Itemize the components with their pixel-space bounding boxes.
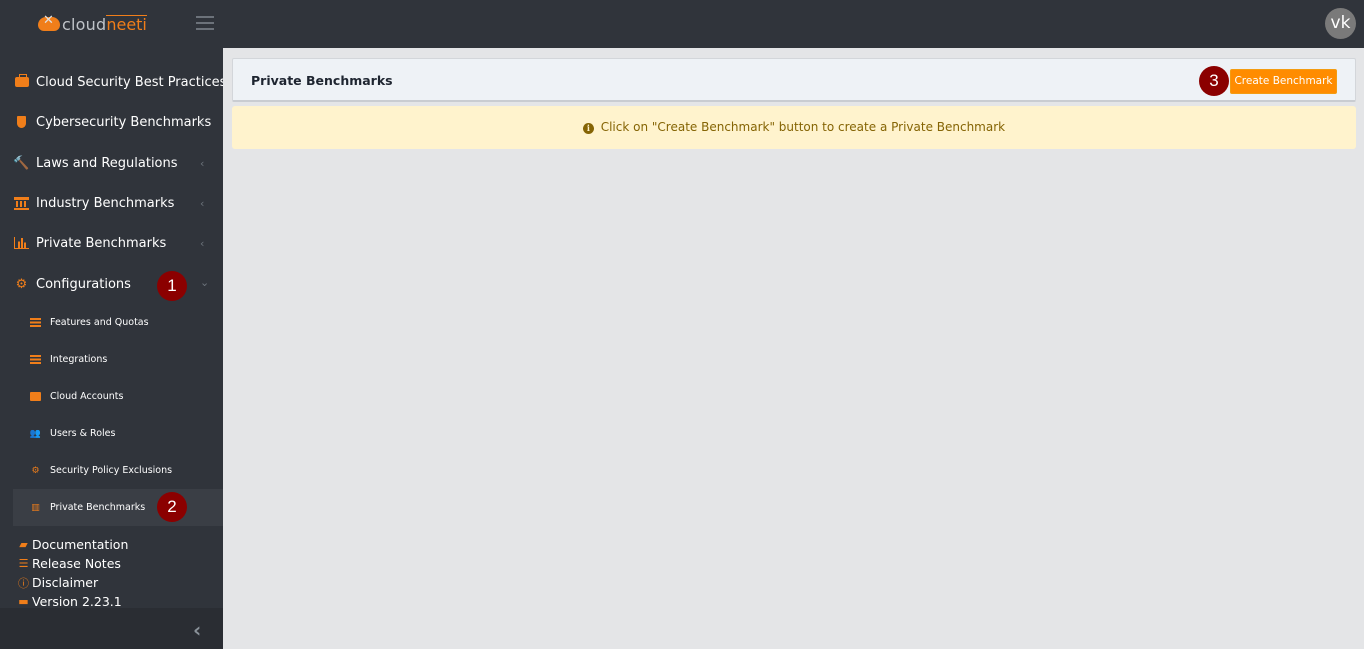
- sidebar-subitem-features-and-quotas[interactable]: Features and Quotas: [13, 304, 223, 341]
- collapse-sidebar-icon[interactable]: ‹: [193, 618, 201, 642]
- create-benchmark-button[interactable]: Create Benchmark: [1230, 69, 1337, 94]
- sidebar-item-label: Cloud Security Best Practices: [36, 74, 227, 90]
- chevron-down-icon: ⌄: [200, 276, 210, 289]
- annotation-badge-3: 3: [1199, 66, 1229, 96]
- sidebar-item-laws-and-regulations[interactable]: 🔨 Laws and Regulations ‹: [0, 143, 223, 183]
- sidebar-item-label: Configurations: [36, 276, 131, 292]
- chevron-left-icon: ‹: [200, 196, 205, 210]
- sidebar-subitem-label: Features and Quotas: [50, 317, 149, 328]
- top-navbar: cloud neeti vk: [0, 0, 1364, 48]
- chevron-left-icon: ‹: [200, 156, 205, 170]
- sidebar-collapse-bar: ‹: [0, 608, 223, 649]
- page-title: Private Benchmarks: [251, 73, 393, 88]
- sidebar-item-private-benchmarks[interactable]: Private Benchmarks ‹: [0, 223, 223, 263]
- documentation-link[interactable]: ▰ Documentation: [17, 535, 128, 554]
- footer-link-label: Version 2.23.1: [32, 594, 122, 609]
- id-card-icon: [30, 392, 41, 402]
- briefcase-icon: [14, 74, 29, 89]
- footer-link-label: Disclaimer: [32, 575, 99, 590]
- annotation-badge-1: 1: [157, 271, 187, 301]
- sidebar-subitem-integrations[interactable]: Integrations: [13, 341, 223, 378]
- sidebar-item-label: Private Benchmarks: [36, 235, 167, 251]
- sidebar-item-label: Cybersecurity Benchmarks: [36, 114, 212, 130]
- logo-text-neeti: neeti: [106, 15, 147, 34]
- logo-icon: [38, 13, 60, 31]
- release-notes-link[interactable]: ☰ Release Notes: [17, 554, 128, 573]
- sidebar-subitem-label: Users & Roles: [50, 428, 116, 439]
- bar-chart-icon: [14, 236, 29, 250]
- info-icon: i: [582, 123, 594, 134]
- sidebar-item-cloud-security-best-practices[interactable]: Cloud Security Best Practices: [0, 62, 227, 102]
- footer-link-label: Documentation: [32, 537, 129, 552]
- annotation-badge-2: 2: [157, 492, 187, 522]
- bank-icon: [14, 196, 29, 210]
- sidebar-subitem-users-and-roles[interactable]: 👥 Users & Roles: [13, 415, 223, 452]
- sidebar-item-configurations[interactable]: ⚙ Configurations ⌄: [0, 264, 223, 304]
- sidebar-item-label: Laws and Regulations: [36, 155, 178, 171]
- sidebar-item-label: Industry Benchmarks: [36, 195, 175, 211]
- exclamation-circle-icon: ⓘ: [18, 576, 29, 590]
- sidebar-subitem-private-benchmarks[interactable]: ▥ Private Benchmarks: [13, 489, 223, 526]
- sidebar-subitem-label: Integrations: [50, 354, 108, 365]
- shield-icon: [14, 115, 29, 129]
- sidebar-subitem-label: Security Policy Exclusions: [50, 465, 173, 476]
- gavel-icon: 🔨: [13, 155, 30, 171]
- chevron-left-icon: ‹: [200, 236, 205, 250]
- main-content: Private Benchmarks 3 Create Benchmark i …: [223, 48, 1364, 649]
- cogs-icon: ⚙: [31, 465, 40, 476]
- user-avatar[interactable]: vk: [1325, 8, 1356, 39]
- gear-icon: ⚙: [15, 276, 28, 292]
- columns-icon: ▥: [31, 502, 40, 513]
- list-icon: [30, 355, 41, 365]
- disclaimer-link[interactable]: ⓘ Disclaimer: [17, 573, 128, 592]
- alert-text: Click on "Create Benchmark" button to cr…: [600, 120, 1006, 134]
- sidebar: Cloud Security Best Practices Cybersecur…: [0, 48, 227, 611]
- footer-link-label: Release Notes: [32, 556, 121, 571]
- sidebar-subitem-security-policy-exclusions[interactable]: ⚙ Security Policy Exclusions: [13, 452, 223, 489]
- sidebar-subitem-label: Cloud Accounts: [50, 391, 124, 402]
- id-card-icon: ▬: [18, 595, 29, 608]
- book-icon: ▰: [19, 538, 28, 551]
- cloudneeti-logo[interactable]: cloud neeti: [38, 13, 147, 35]
- info-alert: i Click on "Create Benchmark" button to …: [232, 106, 1356, 149]
- page-header: Private Benchmarks 3 Create Benchmark: [232, 58, 1356, 102]
- list-icon: [30, 318, 41, 328]
- sidebar-item-industry-benchmarks[interactable]: Industry Benchmarks ‹: [0, 183, 223, 223]
- sidebar-item-cybersecurity-benchmarks[interactable]: Cybersecurity Benchmarks ‹: [0, 102, 223, 142]
- hamburger-menu-icon[interactable]: [196, 16, 214, 30]
- sidebar-footer-links: ▰ Documentation ☰ Release Notes ⓘ Discla…: [17, 535, 128, 611]
- chevron-left-icon: ‹: [200, 115, 205, 129]
- users-icon: 👥: [29, 428, 42, 439]
- list-icon: ☰: [18, 557, 29, 570]
- logo-text-cloud: cloud: [62, 14, 107, 34]
- sidebar-subitem-label: Private Benchmarks: [50, 502, 146, 513]
- sidebar-subitem-cloud-accounts[interactable]: Cloud Accounts: [13, 378, 223, 415]
